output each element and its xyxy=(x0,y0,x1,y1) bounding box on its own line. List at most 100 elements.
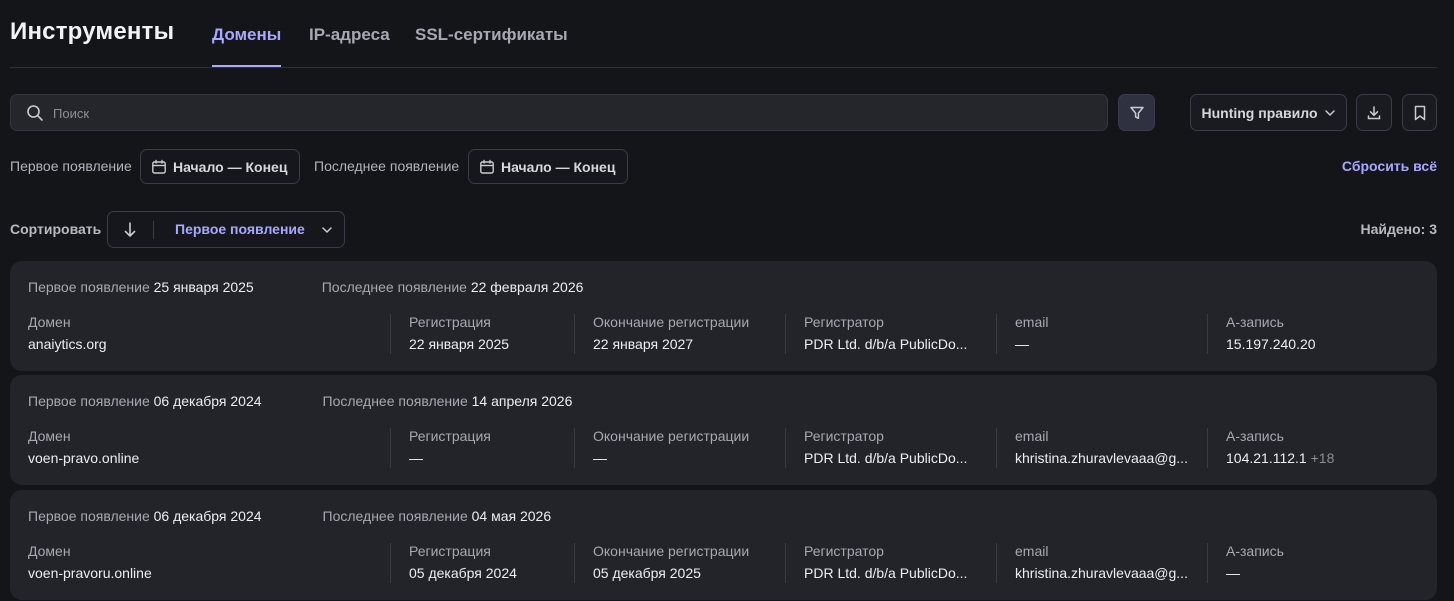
last-seen-date-picker[interactable]: Начало — Конец xyxy=(468,149,629,184)
reset-all-link[interactable]: Сбросить всё xyxy=(1342,158,1437,174)
result-card[interactable]: Первое появление 06 декабря 2024 Последне… xyxy=(10,490,1437,600)
arrow-down-icon[interactable] xyxy=(122,221,138,239)
filter-icon xyxy=(1129,105,1145,121)
search-box[interactable] xyxy=(10,94,1108,132)
email-cell: khristina.zhuravlevaaa@g... xyxy=(1015,450,1207,466)
last-seen-value: 04 мая 2026 xyxy=(471,508,552,524)
last-seen-label: Последнее появление xyxy=(322,393,468,409)
col-registrar: Регистратор PDR Ltd. d/b/a PublicDo... xyxy=(785,543,996,583)
first-seen-date-picker[interactable]: Начало — Конец xyxy=(140,149,301,184)
registration-label: Регистрация xyxy=(409,543,491,559)
result-card[interactable]: Первое появление 06 декабря 2024 Последне… xyxy=(10,375,1437,485)
email-value: — xyxy=(1015,336,1029,352)
hunting-rule-dropdown[interactable]: Hunting правило xyxy=(1190,94,1347,131)
a-record-cell: — xyxy=(1226,565,1426,581)
email-value: khristina.zhuravlevaaa@g... xyxy=(1015,450,1188,466)
first-seen-value: 25 января 2025 xyxy=(153,279,254,295)
col-a-record: A-запись 15.197.240.20 xyxy=(1207,314,1426,354)
card-meta: Первое появление 06 декабря 2024 Последне… xyxy=(28,393,572,409)
registrar-value: PDR Ltd. d/b/a PublicDo... xyxy=(804,450,968,466)
col-email: email khristina.zhuravlevaaa@g... xyxy=(996,543,1207,583)
email-label: email xyxy=(1015,314,1049,330)
download-icon xyxy=(1366,105,1382,121)
domain-label: Домен xyxy=(28,314,71,330)
bookmark-icon xyxy=(1413,105,1427,121)
last-seen-filter-label: Последнее появление xyxy=(314,158,460,174)
expiry-value: 22 января 2027 xyxy=(593,336,694,352)
sort-label: Сортировать xyxy=(10,221,102,237)
first-seen-value: 06 декабря 2024 xyxy=(153,508,262,524)
chevron-down-icon[interactable] xyxy=(320,223,334,237)
domain-value[interactable]: voen-pravo.online xyxy=(28,450,139,466)
col-email: email — xyxy=(996,314,1207,354)
col-expiry: Окончание регистрации 05 декабря 2025 xyxy=(574,543,785,583)
tab-ip-addresses[interactable]: IP-адреса xyxy=(309,25,390,67)
col-expiry: Окончание регистрации — xyxy=(574,428,785,468)
result-card[interactable]: Первое появление 25 января 2025 Последнее… xyxy=(10,261,1437,371)
a-record-cell: 15.197.240.20 xyxy=(1226,336,1426,352)
first-seen-value: 06 декабря 2024 xyxy=(153,393,262,409)
col-registrar: Регистратор PDR Ltd. d/b/a PublicDo... xyxy=(785,314,996,354)
expiry-cell: 05 декабря 2025 xyxy=(593,565,785,581)
last-seen-label: Последнее появление xyxy=(322,508,468,524)
expiry-label: Окончание регистрации xyxy=(593,314,750,330)
first-seen-label: Первое появление xyxy=(28,508,150,524)
a-record-label: A-запись xyxy=(1226,314,1284,330)
col-registrar: Регистратор PDR Ltd. d/b/a PublicDo... xyxy=(785,428,996,468)
bookmark-button[interactable] xyxy=(1402,94,1437,131)
email-cell: — xyxy=(1015,336,1207,352)
expiry-label: Окончание регистрации xyxy=(593,543,750,559)
registration-cell: 22 января 2025 xyxy=(409,336,574,352)
download-button[interactable] xyxy=(1356,94,1392,131)
registrar-label: Регистратор xyxy=(804,428,884,444)
registration-label: Регистрация xyxy=(409,428,491,444)
registration-cell: 05 декабря 2024 xyxy=(409,565,574,581)
col-a-record: A-запись 104.21.112.1 +18 xyxy=(1207,428,1426,468)
a-record-value: 15.197.240.20 xyxy=(1226,336,1316,352)
first-seen-filter-label: Первое появление xyxy=(10,158,132,174)
registrar-label: Регистратор xyxy=(804,314,884,330)
a-record-label: A-запись xyxy=(1226,543,1284,559)
a-record-more-badge[interactable]: +18 xyxy=(1311,450,1335,466)
registrar-value: PDR Ltd. d/b/a PublicDo... xyxy=(804,336,968,352)
domain-value[interactable]: voen-pravoru.online xyxy=(28,565,152,581)
last-seen-range: Начало — Конец xyxy=(501,158,616,175)
tab-ssl-certificates[interactable]: SSL-сертификаты xyxy=(415,25,568,67)
email-label: email xyxy=(1015,543,1049,559)
tab-domains[interactable]: Домены xyxy=(212,25,282,67)
page-title: Инструменты xyxy=(10,18,175,45)
card-meta: Первое появление 25 января 2025 Последнее… xyxy=(28,279,583,295)
search-input[interactable] xyxy=(51,95,1055,132)
filter-button[interactable] xyxy=(1118,94,1155,131)
domain-value[interactable]: anaiytics.org xyxy=(28,336,107,352)
registration-value: 05 декабря 2024 xyxy=(409,565,517,581)
card-meta: Первое появление 06 декабря 2024 Последне… xyxy=(28,508,551,524)
col-expiry: Окончание регистрации 22 января 2027 xyxy=(574,314,785,354)
domain-cell: anaiytics.org xyxy=(28,336,378,352)
expiry-value: 05 декабря 2025 xyxy=(593,565,701,581)
expiry-cell: — xyxy=(593,450,785,466)
col-registration: Регистрация 05 декабря 2024 xyxy=(390,543,574,583)
email-label: email xyxy=(1015,428,1049,444)
first-seen-range: Начало — Конец xyxy=(173,158,288,175)
col-registration: Регистрация — xyxy=(390,428,574,468)
registration-value: — xyxy=(409,450,423,466)
email-value: khristina.zhuravlevaaa@g... xyxy=(1015,565,1188,581)
last-seen-value: 14 апреля 2026 xyxy=(471,393,573,409)
email-cell: khristina.zhuravlevaaa@g... xyxy=(1015,565,1207,581)
registrar-value: PDR Ltd. d/b/a PublicDo... xyxy=(804,565,968,581)
chevron-down-icon xyxy=(1324,107,1336,119)
a-record-value: — xyxy=(1226,565,1240,581)
registration-value: 22 января 2025 xyxy=(409,336,510,352)
a-record-value: 104.21.112.1 xyxy=(1226,450,1307,466)
domain-cell: voen-pravoru.online xyxy=(28,565,378,581)
domain-cell: voen-pravo.online xyxy=(28,450,378,466)
expiry-label: Окончание регистрации xyxy=(593,428,750,444)
sort-field-value[interactable]: Первое появление xyxy=(175,221,305,237)
last-seen-value: 22 февраля 2026 xyxy=(470,279,584,295)
registrar-cell: PDR Ltd. d/b/a PublicDo... xyxy=(804,450,996,466)
col-email: email khristina.zhuravlevaaa@g... xyxy=(996,428,1207,468)
domain-label: Домен xyxy=(28,428,71,444)
sort-control[interactable]: Первое появление xyxy=(107,211,345,248)
first-seen-label: Первое появление xyxy=(28,279,150,295)
